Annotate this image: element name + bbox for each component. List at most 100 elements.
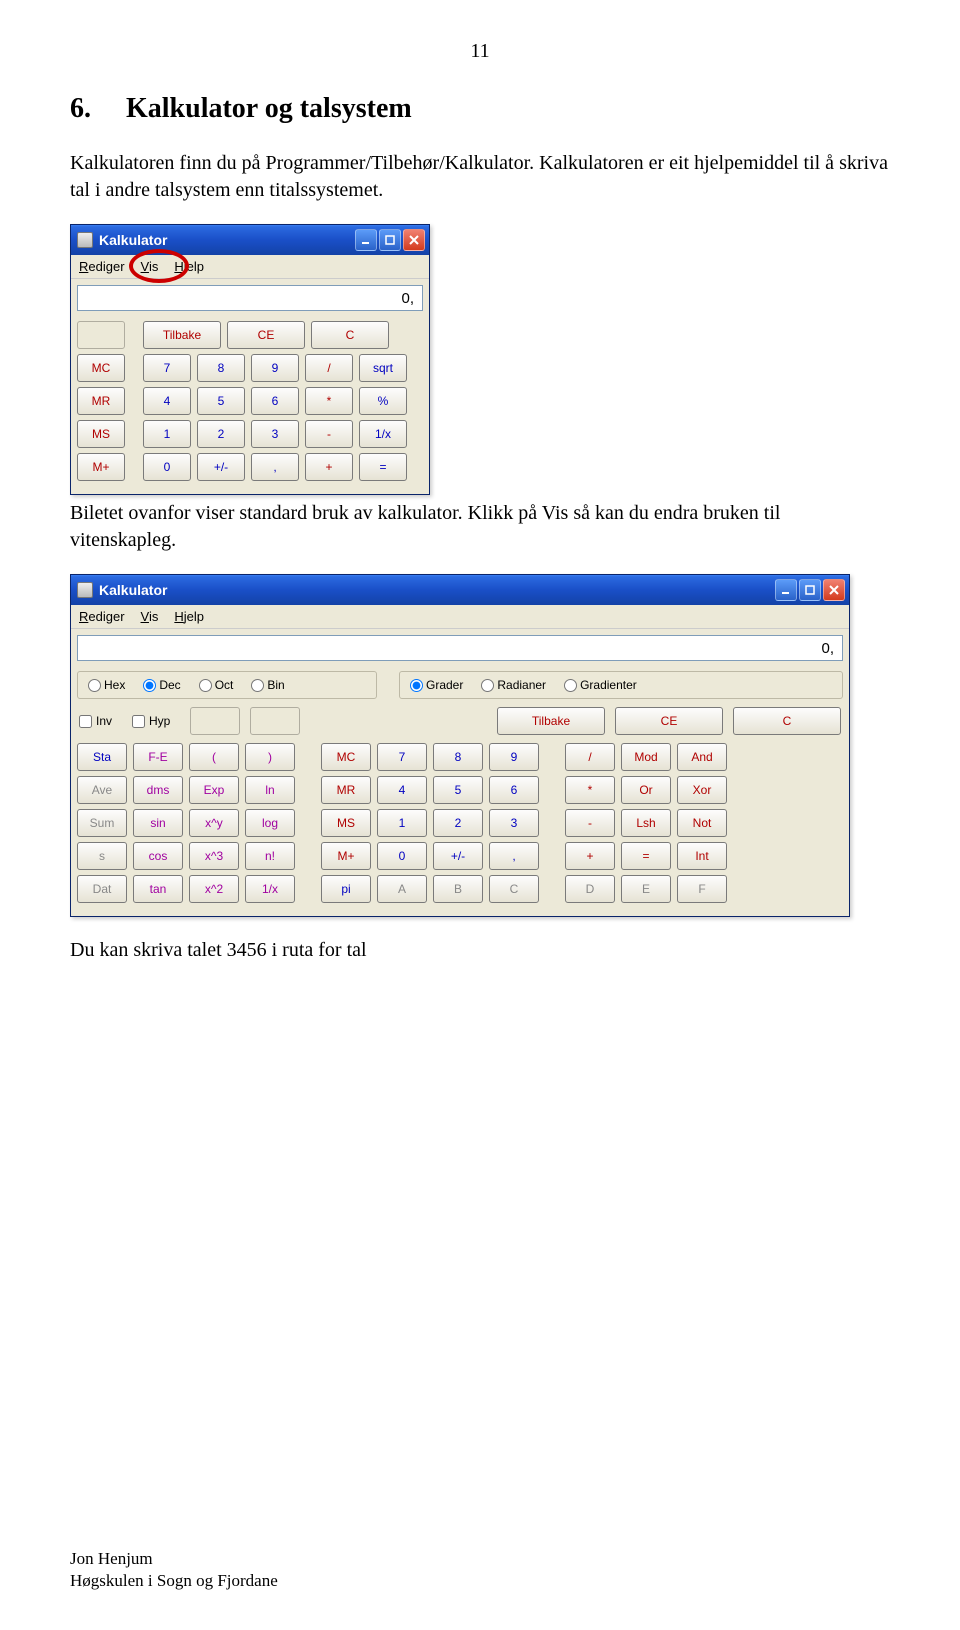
key-exp[interactable]: Exp (189, 776, 239, 804)
checkbox-inv[interactable]: Inv (79, 714, 112, 728)
titlebar[interactable]: Kalkulator (71, 575, 849, 605)
key-lsh[interactable]: Lsh (621, 809, 671, 837)
key-m-[interactable]: M+ (321, 842, 371, 870)
key-5[interactable]: 5 (197, 387, 245, 415)
key-mc[interactable]: MC (77, 354, 125, 382)
minimize-button[interactable] (355, 229, 377, 251)
key-xor[interactable]: Xor (677, 776, 727, 804)
key-7[interactable]: 7 (143, 354, 191, 382)
radio-bin[interactable]: Bin (251, 678, 284, 692)
key-1/x[interactable]: 1/x (359, 420, 407, 448)
key-a[interactable]: A (377, 875, 427, 903)
menu-vis[interactable]: Vis (141, 609, 159, 624)
key--[interactable]: * (565, 776, 615, 804)
key-tilbake[interactable]: Tilbake (497, 707, 605, 735)
menu-hjelp[interactable]: Hjelp (174, 609, 204, 624)
key-,[interactable]: , (251, 453, 299, 481)
key--[interactable]: + (565, 842, 615, 870)
key-%[interactable]: % (359, 387, 407, 415)
key--[interactable]: ) (245, 743, 295, 771)
key--[interactable]: +/- (433, 842, 483, 870)
close-button[interactable] (403, 229, 425, 251)
key-6[interactable]: 6 (251, 387, 299, 415)
key-+/-[interactable]: +/- (197, 453, 245, 481)
key-pi[interactable]: pi (321, 875, 371, 903)
key-and[interactable]: And (677, 743, 727, 771)
menu-hjelp[interactable]: Hjelp (174, 259, 204, 274)
radio-gradienter[interactable]: Gradienter (564, 678, 637, 692)
key-9[interactable]: 9 (489, 743, 539, 771)
key-*[interactable]: * (305, 387, 353, 415)
radio-grader[interactable]: Grader (410, 678, 463, 692)
key-sin[interactable]: sin (133, 809, 183, 837)
key-tilbake[interactable]: Tilbake (143, 321, 221, 349)
key-2[interactable]: 2 (197, 420, 245, 448)
key-7[interactable]: 7 (377, 743, 427, 771)
key-dms[interactable]: dms (133, 776, 183, 804)
key-ms[interactable]: MS (321, 809, 371, 837)
key-mr[interactable]: MR (77, 387, 125, 415)
key-sum[interactable]: Sum (77, 809, 127, 837)
key-1[interactable]: 1 (143, 420, 191, 448)
checkbox-hyp[interactable]: Hyp (132, 714, 170, 728)
radio-oct[interactable]: Oct (199, 678, 234, 692)
key-1[interactable]: 1 (377, 809, 427, 837)
key-1-x[interactable]: 1/x (245, 875, 295, 903)
key-s[interactable]: s (77, 842, 127, 870)
key-f-e[interactable]: F-E (133, 743, 183, 771)
key-5[interactable]: 5 (433, 776, 483, 804)
key-cos[interactable]: cos (133, 842, 183, 870)
key-x-y[interactable]: x^y (189, 809, 239, 837)
key--[interactable]: - (565, 809, 615, 837)
key-ce[interactable]: CE (615, 707, 723, 735)
key-c[interactable]: C (311, 321, 389, 349)
radio-dec[interactable]: Dec (143, 678, 180, 692)
key-9[interactable]: 9 (251, 354, 299, 382)
key-mod[interactable]: Mod (621, 743, 671, 771)
radio-radianer[interactable]: Radianer (481, 678, 546, 692)
key-x-2[interactable]: x^2 (189, 875, 239, 903)
key--[interactable]: / (565, 743, 615, 771)
key-3[interactable]: 3 (489, 809, 539, 837)
key-mr[interactable]: MR (321, 776, 371, 804)
key-int[interactable]: Int (677, 842, 727, 870)
key-or[interactable]: Or (621, 776, 671, 804)
close-button[interactable] (823, 579, 845, 601)
key-4[interactable]: 4 (377, 776, 427, 804)
key-log[interactable]: log (245, 809, 295, 837)
menu-rediger[interactable]: Rediger (79, 259, 125, 274)
key-sta[interactable]: Sta (77, 743, 127, 771)
key-mc[interactable]: MC (321, 743, 371, 771)
key-6[interactable]: 6 (489, 776, 539, 804)
key-f[interactable]: F (677, 875, 727, 903)
key-3[interactable]: 3 (251, 420, 299, 448)
key-+[interactable]: + (305, 453, 353, 481)
key-/[interactable]: / (305, 354, 353, 382)
key-8[interactable]: 8 (433, 743, 483, 771)
key-4[interactable]: 4 (143, 387, 191, 415)
key-x-3[interactable]: x^3 (189, 842, 239, 870)
key-b[interactable]: B (433, 875, 483, 903)
menu-vis[interactable]: Vis (141, 259, 159, 274)
key-d[interactable]: D (565, 875, 615, 903)
key-ln[interactable]: ln (245, 776, 295, 804)
key-0[interactable]: 0 (143, 453, 191, 481)
titlebar[interactable]: Kalkulator (71, 225, 429, 255)
maximize-button[interactable] (799, 579, 821, 601)
key-8[interactable]: 8 (197, 354, 245, 382)
key-ms[interactable]: MS (77, 420, 125, 448)
key--[interactable]: = (621, 842, 671, 870)
menu-rediger[interactable]: Rediger (79, 609, 125, 624)
key-=[interactable]: = (359, 453, 407, 481)
minimize-button[interactable] (775, 579, 797, 601)
maximize-button[interactable] (379, 229, 401, 251)
key-m+[interactable]: M+ (77, 453, 125, 481)
key--[interactable]: - (305, 420, 353, 448)
key-not[interactable]: Not (677, 809, 727, 837)
key-ave[interactable]: Ave (77, 776, 127, 804)
key-2[interactable]: 2 (433, 809, 483, 837)
key-ce[interactable]: CE (227, 321, 305, 349)
key-e[interactable]: E (621, 875, 671, 903)
key-n-[interactable]: n! (245, 842, 295, 870)
key-tan[interactable]: tan (133, 875, 183, 903)
